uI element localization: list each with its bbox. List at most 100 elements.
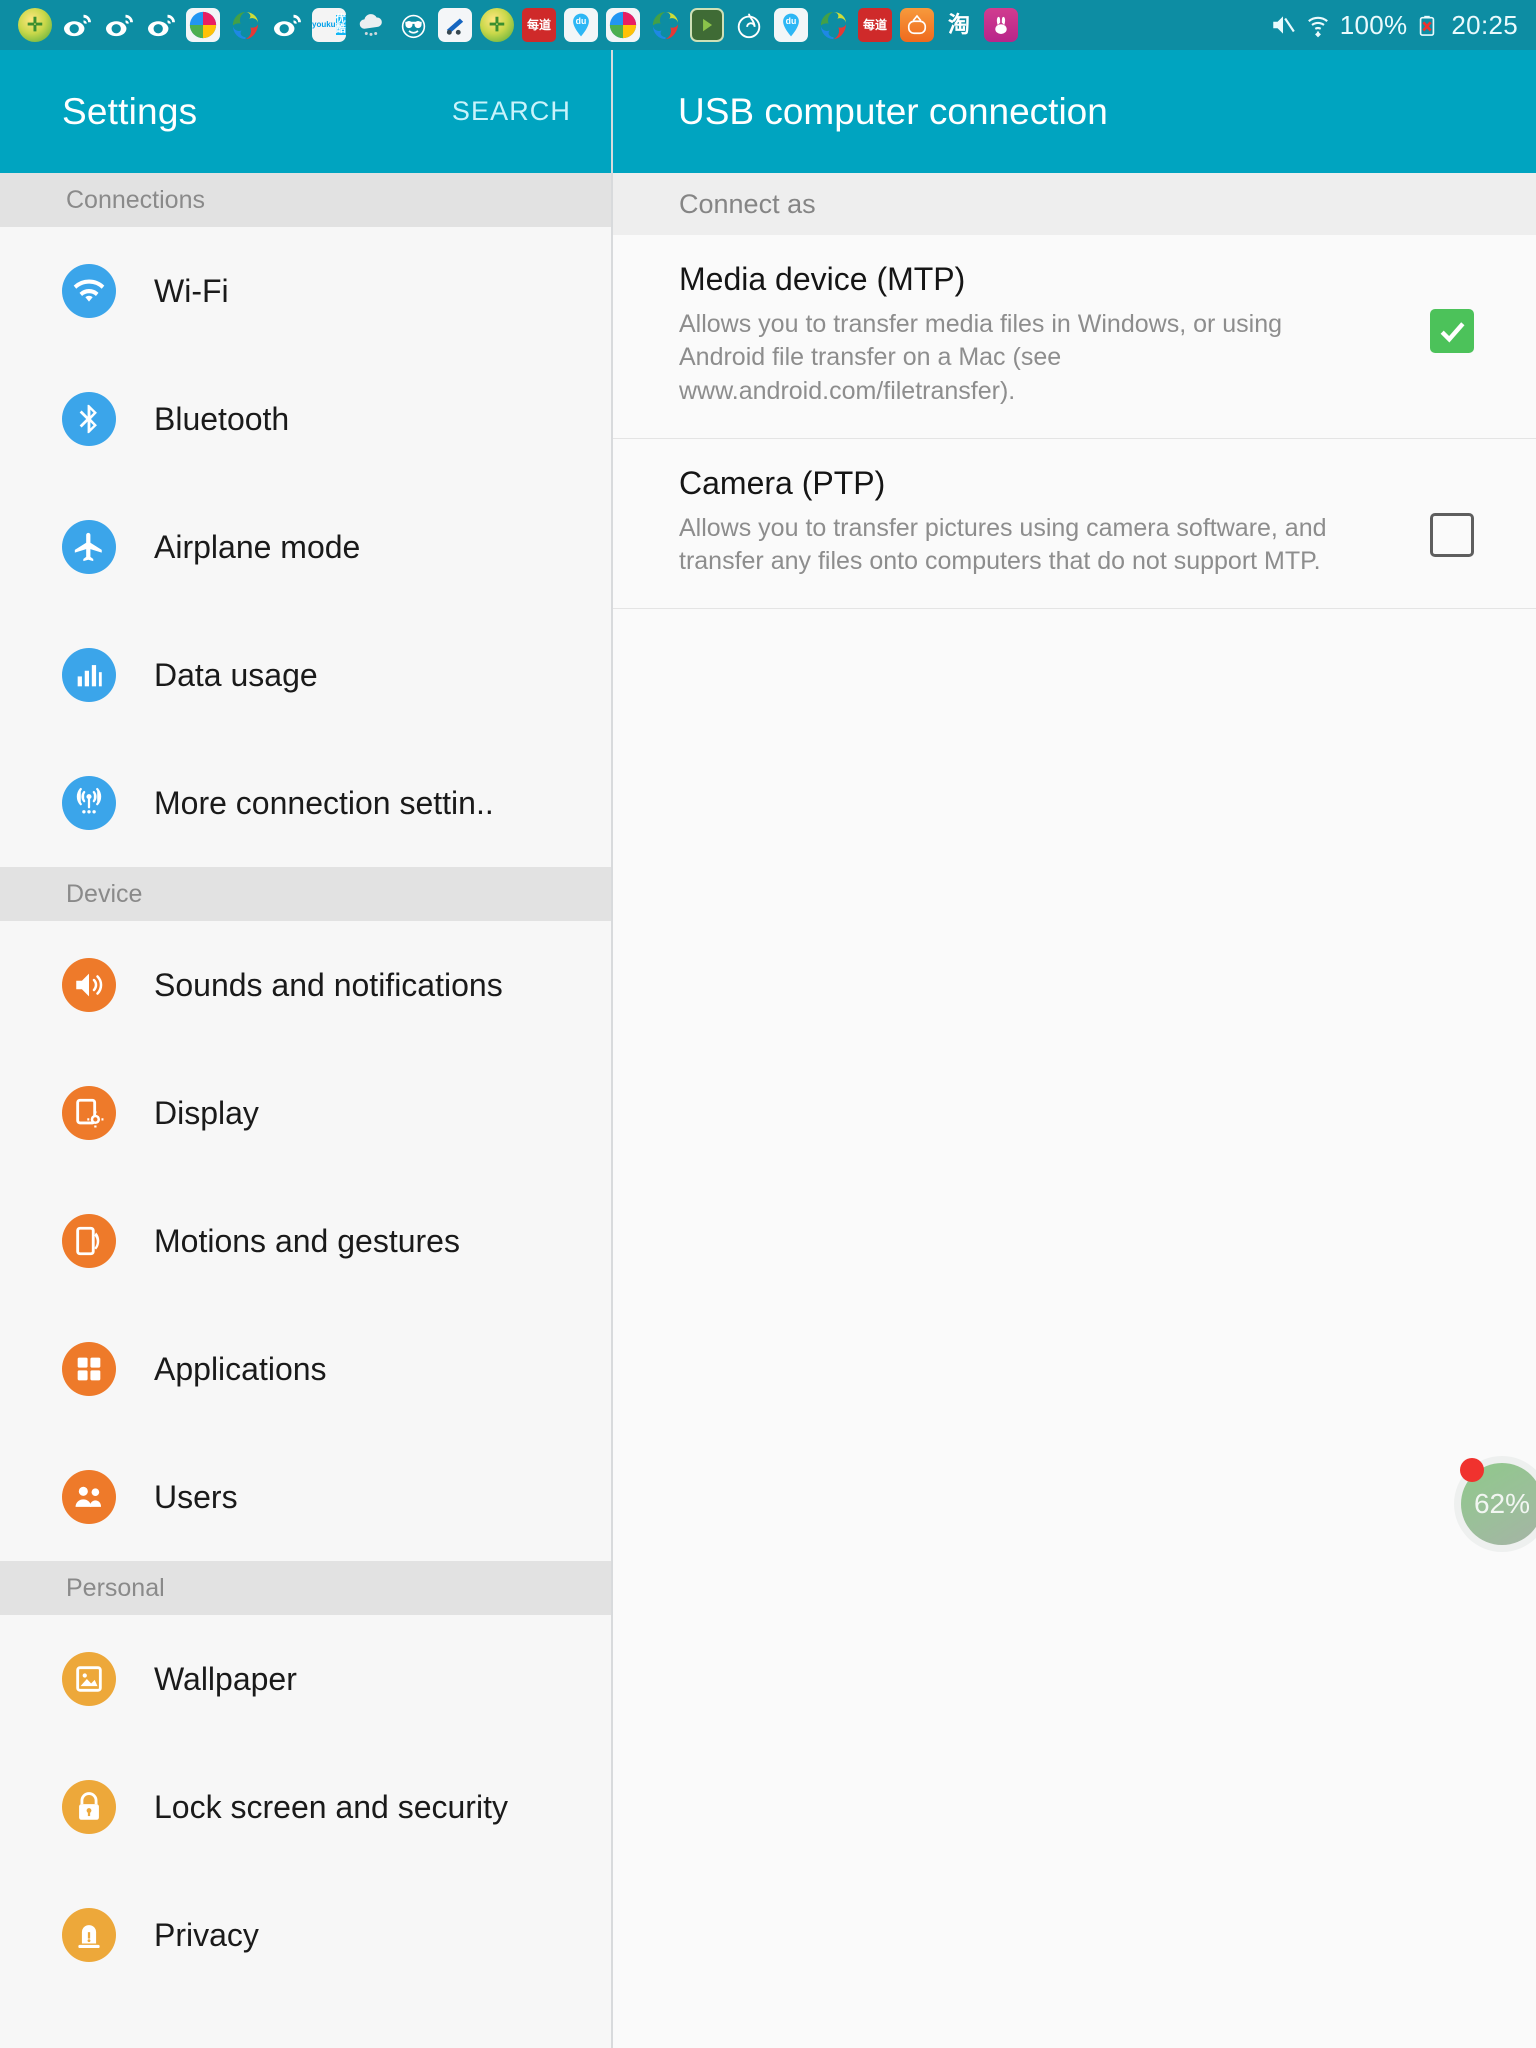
youku-icon: youku 优酷 <box>312 8 346 42</box>
sidebar-item-privacy[interactable]: Privacy <box>0 1871 611 1999</box>
smiley-sunglasses-icon <box>396 8 430 42</box>
section-label: Personal <box>66 1573 165 1602</box>
section-label: Connect as <box>679 188 816 219</box>
sidebar-item-label: Wallpaper <box>154 1660 297 1697</box>
baidu-map-icon: du <box>774 8 808 42</box>
sidebar-item-label: Lock screen and security <box>154 1788 508 1825</box>
360-security-icon <box>480 8 514 42</box>
sidebar-item-label: Motions and gestures <box>154 1222 460 1259</box>
status-indicators: 100% 20:25 <box>1270 10 1526 41</box>
rainbow-app-icon <box>606 8 640 42</box>
privacy-alert-icon <box>62 1908 116 1962</box>
netease-news-icon: 每道 <box>858 8 892 42</box>
floating-status-badge[interactable]: 62% <box>1454 1456 1536 1552</box>
sidebar-item-display[interactable]: Display <box>0 1049 611 1177</box>
clock-label: 20:25 <box>1451 9 1518 40</box>
section-header-connections: Connections <box>0 173 611 227</box>
option-media-device-mtp[interactable]: Media device (MTP) Allows you to transfe… <box>613 235 1536 439</box>
mute-icon <box>1270 12 1296 38</box>
green-leaf-app-icon <box>648 8 682 42</box>
bar-chart-icon <box>62 648 116 702</box>
weibo-icon <box>270 8 304 42</box>
sidebar-item-bluetooth[interactable]: Bluetooth <box>0 355 611 483</box>
document-app-icon <box>438 8 472 42</box>
sidebar-item-label: Privacy <box>154 1916 259 1953</box>
sidebar-item-label: More connection settin.. <box>154 784 494 821</box>
option-title: Media device (MTP) <box>679 261 966 297</box>
sidebar-item-applications[interactable]: Applications <box>0 1305 611 1433</box>
netease-label: 每道 <box>526 18 551 32</box>
status-bar: youku 优酷 每道 du <box>0 0 1536 50</box>
sidebar-item-airplane-mode[interactable]: Airplane mode <box>0 483 611 611</box>
weibo-icon <box>144 8 178 42</box>
option-title: Camera (PTP) <box>679 464 886 501</box>
option-text: Media device (MTP) Allows you to transfe… <box>679 261 1430 408</box>
sidebar-list[interactable]: Connections Wi-Fi Bluetooth Airplane mod… <box>0 173 611 2048</box>
option-text: Camera (PTP) Allows you to transfer pict… <box>679 465 1430 579</box>
sidebar-item-wallpaper[interactable]: Wallpaper <box>0 1615 611 1743</box>
rabbit-app-icon <box>984 8 1018 42</box>
green-leaf-app-icon <box>228 8 262 42</box>
notification-icon-tray[interactable]: youku 优酷 每道 du <box>18 8 1018 42</box>
sidebar-item-data-usage[interactable]: Data usage <box>0 611 611 739</box>
netease-label-2: 每道 <box>862 18 887 32</box>
detail-pane: USB computer connection Connect as Media… <box>613 50 1536 2048</box>
alert-dot-icon <box>1460 1458 1484 1482</box>
netease-music-icon <box>732 8 766 42</box>
badge-percent-label: 62% <box>1473 1488 1531 1519</box>
section-header-device: Device <box>0 867 611 921</box>
detail-header: USB computer connection <box>613 50 1536 173</box>
sidebar-item-label: Wi-Fi <box>154 272 229 309</box>
detail-title: USB computer connection <box>678 90 1108 132</box>
lock-icon <box>62 1780 116 1834</box>
bluetooth-icon <box>62 392 116 446</box>
weather-cloud-icon <box>354 8 388 42</box>
split-view: Settings SEARCH Connections Wi-Fi Blueto… <box>0 50 1536 2048</box>
connection-options-list[interactable]: Media device (MTP) Allows you to transfe… <box>613 235 1536 2048</box>
option-description: Allows you to transfer pictures using ca… <box>679 513 1327 575</box>
check-icon <box>1440 321 1464 342</box>
option-description: Allows you to transfer media files in Wi… <box>679 310 1283 405</box>
sidebar-item-more-connection-settings[interactable]: More connection settin.. <box>0 739 611 867</box>
broadcast-tower-icon <box>62 776 116 830</box>
option-camera-ptp[interactable]: Camera (PTP) Allows you to transfer pict… <box>613 439 1536 610</box>
taobao-icon: 淘 <box>942 8 976 42</box>
checkbox-unchecked[interactable] <box>1430 512 1474 557</box>
sidebar-item-users[interactable]: Users <box>0 1433 611 1561</box>
sidebar-item-lock-screen-and-security[interactable]: Lock screen and security <box>0 1743 611 1871</box>
airplane-icon <box>62 520 116 574</box>
netease-news-icon: 每道 <box>522 8 556 42</box>
connect-as-section-header: Connect as <box>613 173 1536 235</box>
display-brightness-icon <box>62 1086 116 1140</box>
option-checkbox-wrapper[interactable] <box>1430 309 1476 353</box>
sidebar-item-sounds-and-notifications[interactable]: Sounds and notifications <box>0 921 611 1049</box>
wifi-icon <box>62 264 116 318</box>
360-security-icon <box>18 8 52 42</box>
page-title: Settings <box>62 90 198 132</box>
settings-app-window: youku 优酷 每道 du <box>0 0 1536 2048</box>
section-label: Device <box>66 879 143 908</box>
sidebar-item-wifi[interactable]: Wi-Fi <box>0 227 611 355</box>
tv-app-icon <box>900 8 934 42</box>
grid-apps-icon <box>62 1342 116 1396</box>
option-checkbox-wrapper[interactable] <box>1430 512 1476 557</box>
rainbow-app-icon <box>186 8 220 42</box>
sidebar-item-label: Display <box>154 1094 259 1131</box>
checkbox-checked[interactable] <box>1430 309 1474 353</box>
motion-gesture-icon <box>62 1214 116 1268</box>
weibo-icon <box>60 8 94 42</box>
settings-sidebar: Settings SEARCH Connections Wi-Fi Blueto… <box>0 50 613 2048</box>
sidebar-item-label: Applications <box>154 1350 327 1387</box>
svg-text:du: du <box>786 16 797 26</box>
sidebar-item-motions-and-gestures[interactable]: Motions and gestures <box>0 1177 611 1305</box>
sidebar-header: Settings SEARCH <box>0 50 611 173</box>
sidebar-item-label: Sounds and notifications <box>154 966 503 1003</box>
section-label: Connections <box>66 185 205 214</box>
image-icon <box>62 1652 116 1706</box>
google-play-icon <box>690 8 724 42</box>
search-button[interactable]: SEARCH <box>452 96 571 127</box>
battery-percent-label: 100% <box>1339 9 1408 40</box>
section-header-personal: Personal <box>0 1561 611 1615</box>
wifi-icon <box>1305 12 1331 38</box>
users-icon <box>62 1470 116 1524</box>
